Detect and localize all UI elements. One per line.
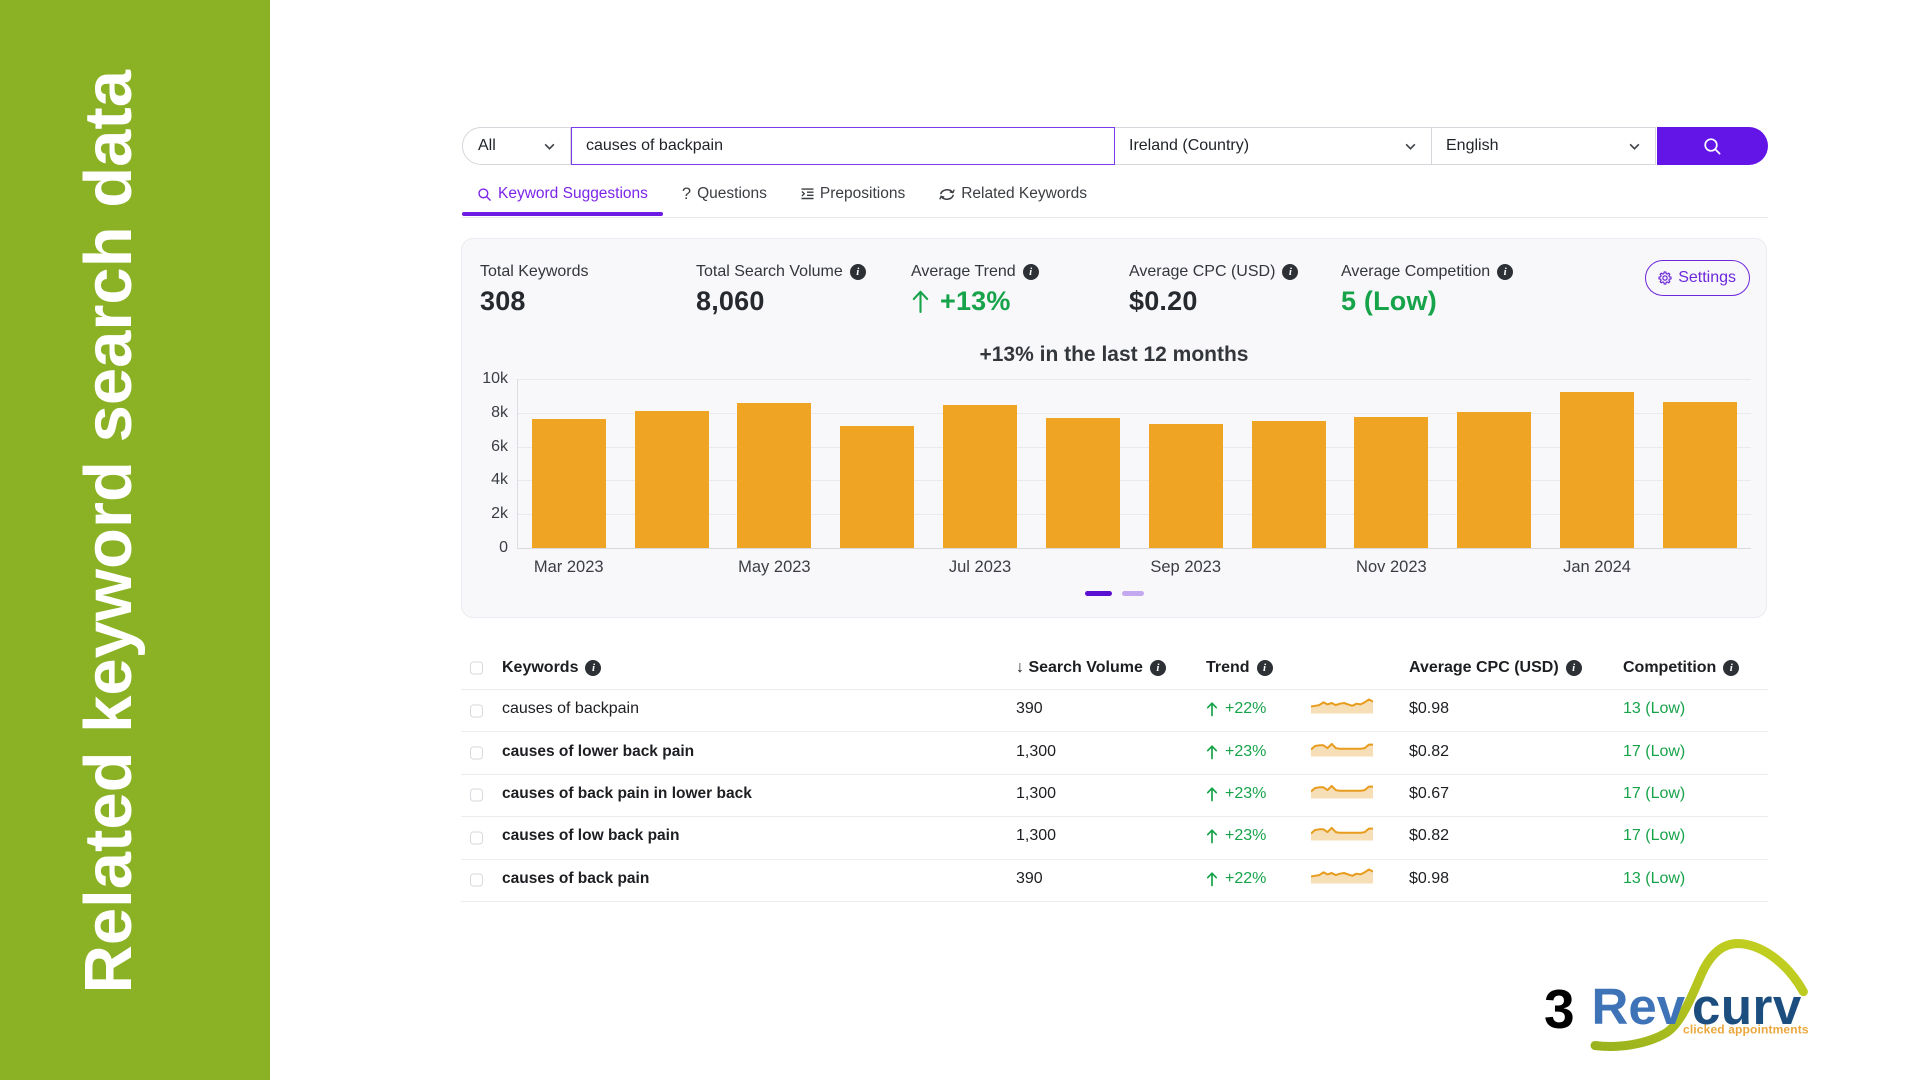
svg-text:clicked appointments: clicked appointments [1683, 1023, 1809, 1037]
svg-text:Rev: Rev [1592, 978, 1686, 1035]
